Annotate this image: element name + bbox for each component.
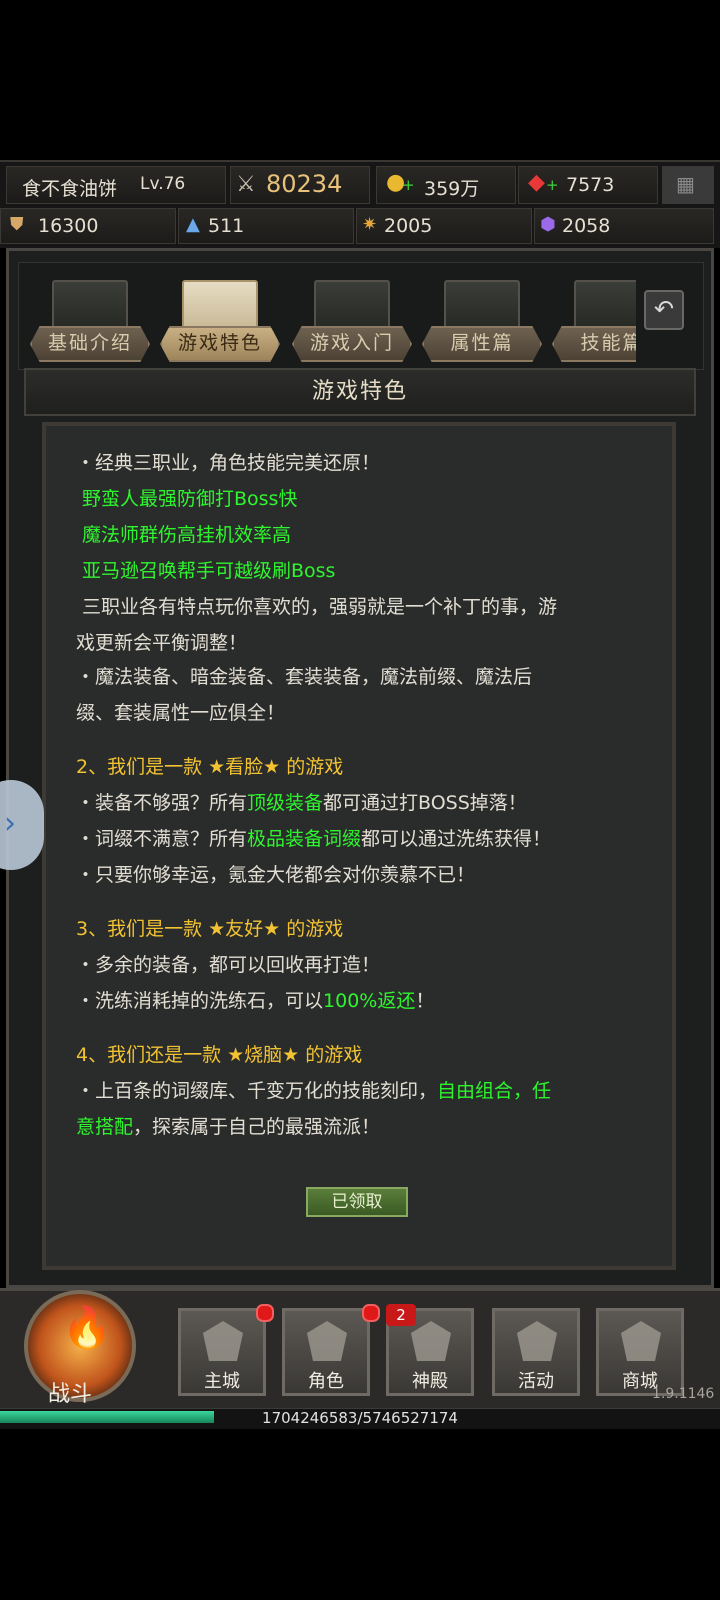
text-segment: ・上百条的词缀库、千变万化的技能刻印， xyxy=(76,1080,438,1102)
tab-getting-started[interactable]: 游戏入门 xyxy=(288,272,412,368)
resource-4-box xyxy=(534,208,714,244)
text-line: 戏更新会平衡调整！ xyxy=(76,632,248,654)
nav-character[interactable]: 角色 xyxy=(282,1308,370,1396)
book-icon xyxy=(444,280,520,332)
book-icon xyxy=(52,280,128,332)
add-gem-icon[interactable]: + xyxy=(546,176,559,194)
panel-title: 游戏特色 xyxy=(311,379,408,404)
back-arrow-icon: ↶ xyxy=(653,295,675,323)
notification-dot xyxy=(362,1304,380,1322)
text-line: ・上百条的词缀库、千变万化的技能刻印，自由组合，任 xyxy=(76,1076,551,1103)
player-name: 食不食油饼 xyxy=(22,178,118,200)
text-highlight: 100%返还 xyxy=(323,990,416,1012)
purple-orb-icon: ⬢ xyxy=(540,214,556,235)
text-line: ・多余的装备，都可以回收再打造！ xyxy=(76,954,381,976)
nav-label: 主城 xyxy=(204,1371,240,1392)
tab-skills[interactable]: 技能篇 xyxy=(548,272,636,368)
book-icon xyxy=(182,280,258,332)
resource-4: 2058 xyxy=(562,215,611,237)
tab-label: 基础介绍 xyxy=(30,326,150,362)
book-icon xyxy=(314,280,390,332)
sun-emblem-icon: ✷ xyxy=(362,214,378,235)
text-line: ・只要你够幸运，氪金大佬都会对你羡慕不已！ xyxy=(76,864,476,886)
nav-shop[interactable]: 商城 xyxy=(596,1308,684,1396)
battle-label: 战斗 xyxy=(48,1382,93,1407)
text-segment: ・装备不够强？所有 xyxy=(76,792,248,814)
text-line: ・洗练消耗掉的洗练石，可以100%返还！ xyxy=(76,986,434,1013)
notification-dot xyxy=(256,1304,274,1322)
text-highlight: 意搭配 xyxy=(76,1116,134,1138)
menu-icon: ▦ xyxy=(676,172,695,196)
chevron-right-icon[interactable]: › xyxy=(4,806,16,841)
section-heading: 3、我们是一款 ★友好★ 的游戏 xyxy=(76,918,344,940)
tab-label: 游戏入门 xyxy=(292,326,412,362)
tab-attributes[interactable]: 属性篇 xyxy=(418,272,542,368)
nav-label: 活动 xyxy=(518,1371,554,1392)
text-line: 三职业各有特点玩你喜欢的，强弱就是一个补丁的事，游 xyxy=(82,596,558,618)
text-segment: ，探索属于自己的最强流派！ xyxy=(133,1116,381,1138)
nav-main-city[interactable]: 主城 xyxy=(178,1308,266,1396)
resource-2: 511 xyxy=(208,215,245,237)
text-line-green: 魔法师群伤高挂机效率高 xyxy=(82,524,292,546)
book-icon xyxy=(574,280,636,332)
text-segment: ・洗练消耗掉的洗练石，可以 xyxy=(76,990,324,1012)
text-line: 缀、套装属性一应俱全！ xyxy=(76,702,286,724)
tab-label: 游戏特色 xyxy=(160,326,280,362)
version-label: 1.9.1146 xyxy=(652,1386,715,1402)
top-status-bar: 食不食油饼 Lv.76 ⚔ 80234 ● + 359万 ◆ + 7573 ▦ … xyxy=(0,160,720,248)
text-highlight: 顶级装备 xyxy=(247,792,324,814)
tab-basic-intro[interactable]: 基础介绍 xyxy=(26,272,150,368)
text-line: ・魔法装备、暗金装备、套装装备，魔法前缀、魔法后 xyxy=(76,666,533,688)
gem-icon: ◆ xyxy=(528,170,545,195)
text-segment: 都可通过打BOSS掉落！ xyxy=(323,792,527,814)
resource-2-box xyxy=(178,208,354,244)
text-highlight: 极品装备词缀 xyxy=(247,828,362,850)
exp-text: 1704246583/5746527174 xyxy=(262,1409,458,1427)
shield-icon: ⛊ xyxy=(10,214,24,235)
gem-amount: 7573 xyxy=(566,174,615,196)
text-line: 意搭配，探索属于自己的最强流派！ xyxy=(76,1112,380,1139)
helmet-icon xyxy=(307,1321,347,1361)
text-line: ・经典三职业，角色技能完美还原！ xyxy=(76,452,381,474)
text-segment: 都可以通过洗练获得！ xyxy=(361,828,552,850)
nav-label: 角色 xyxy=(308,1371,344,1392)
diamond-icon xyxy=(621,1321,661,1361)
nav-events[interactable]: 活动 xyxy=(492,1308,580,1396)
combat-power: 80234 xyxy=(266,170,343,198)
flame-icon: 🔥 xyxy=(62,1305,112,1351)
add-gold-icon[interactable]: + xyxy=(402,176,415,194)
section-heading: 4、我们还是一款 ★烧脑★ 的游戏 xyxy=(76,1044,363,1066)
text-line: ・词缀不满意？所有极品装备词缀都可以通过洗练获得！ xyxy=(76,824,551,851)
resource-3: 2005 xyxy=(384,215,433,237)
text-line-green: 亚马逊召唤帮手可越级刷Boss xyxy=(82,560,336,582)
tab-label: 属性篇 xyxy=(422,326,542,362)
back-button[interactable]: ↶ xyxy=(644,290,684,330)
section-heading: 2、我们是一款 ★看脸★ 的游戏 xyxy=(76,756,344,778)
text-highlight: 自由组合，任 xyxy=(437,1080,552,1102)
claimed-button[interactable]: 已领取 xyxy=(306,1187,408,1217)
gold-amount: 359万 xyxy=(424,178,480,200)
text-segment: ・词缀不满意？所有 xyxy=(76,828,248,850)
resource-3-box xyxy=(356,208,532,244)
tab-label: 技能篇 xyxy=(552,326,636,362)
castle-icon xyxy=(203,1321,243,1361)
text-line: ・装备不够强？所有顶级装备都可通过打BOSS掉落！ xyxy=(76,788,527,815)
temple-icon xyxy=(411,1321,451,1361)
resource-1: 16300 xyxy=(38,215,99,237)
text-line-green: 野蛮人最强防御打Boss快 xyxy=(82,488,298,510)
player-level: Lv.76 xyxy=(140,174,186,194)
banner-icon xyxy=(517,1321,557,1361)
nav-label: 神殿 xyxy=(412,1371,448,1392)
temple-badge: 2 xyxy=(386,1304,416,1326)
text-segment: ！ xyxy=(415,990,435,1012)
crossed-swords-icon: ⚔ xyxy=(236,172,256,197)
tab-game-features[interactable]: 游戏特色 xyxy=(156,272,280,368)
crystal-icon: ▲ xyxy=(186,214,200,235)
